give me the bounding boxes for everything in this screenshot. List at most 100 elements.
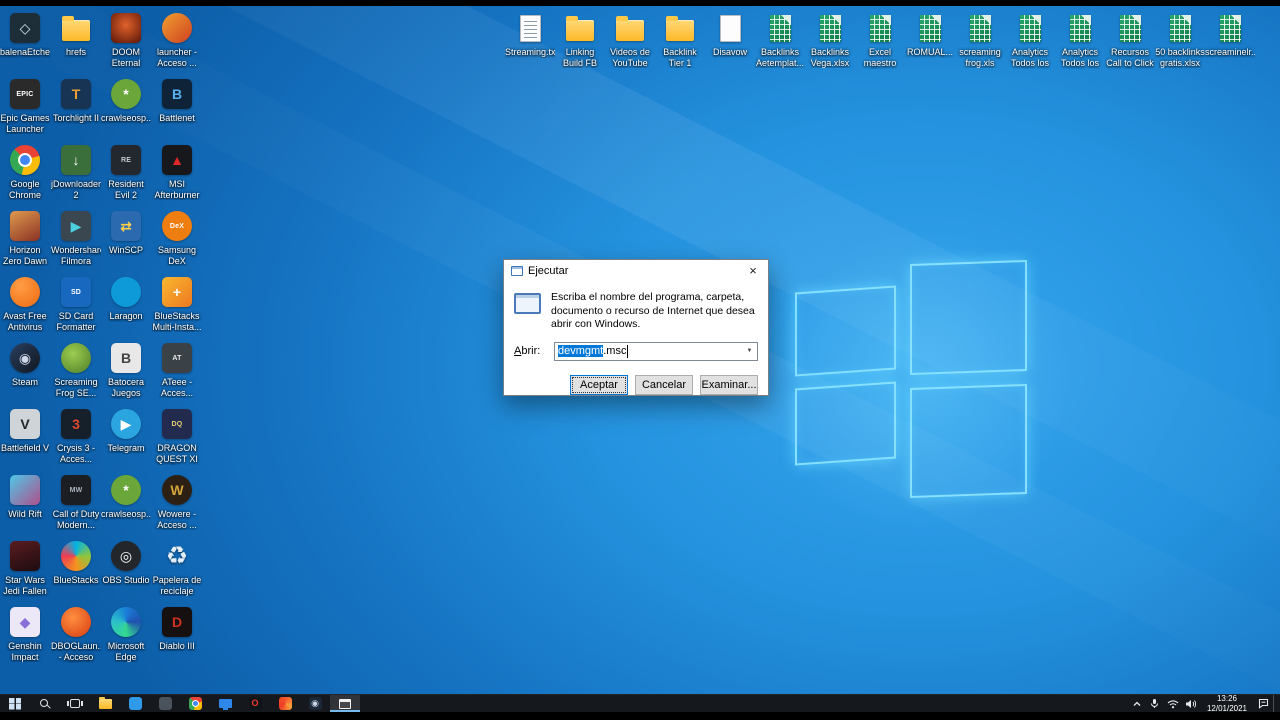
desktop-icon[interactable]: MW Call of Duty Modern... xyxy=(51,470,101,536)
desktop-icon-glyph: AT xyxy=(172,354,182,362)
desktop-icon[interactable]: launcher - Acceso ... xyxy=(152,8,202,74)
desktop-icon-glyph: ◇ xyxy=(19,20,31,36)
tray-network-icon[interactable] xyxy=(1164,695,1181,713)
desktop-file-icon[interactable]: Videos de YouTube xyxy=(605,8,655,74)
desktop-icon[interactable]: * crawlseosp... xyxy=(101,74,151,140)
close-icon[interactable]: × xyxy=(738,260,768,281)
desktop-icon-label: BlueStacks Multi-Insta... xyxy=(152,311,202,332)
desktop-file-icon[interactable]: Analytics Todos los d... xyxy=(1005,8,1055,74)
desktop-icon[interactable]: ◉ Steam xyxy=(0,338,50,404)
show-desktop-button[interactable] xyxy=(1273,695,1278,712)
taskbar-app-button[interactable] xyxy=(150,695,180,712)
desktop-file-icon[interactable]: Linking Build FB xyxy=(555,8,605,74)
taskbar-app-button[interactable] xyxy=(180,695,210,712)
run-dialog-titlebar[interactable]: Ejecutar × xyxy=(504,260,768,281)
browse-button[interactable]: Examinar... xyxy=(700,374,758,395)
desktop-icon[interactable]: DQ DRAGON QUEST XI E... xyxy=(152,404,202,470)
desktop-icon[interactable]: ▶ Telegram xyxy=(101,404,151,470)
desktop-file-icon[interactable]: screaminelr... xyxy=(1205,8,1255,74)
desktop-icon-column-1: ◇ balenaEtcher EPIC Epic Games Launcher … xyxy=(0,8,50,668)
ok-button[interactable]: Aceptar xyxy=(570,374,628,395)
taskbar-pinned-apps: O ◉ xyxy=(90,695,360,712)
desktop-icon[interactable]: B Battlenet xyxy=(152,74,202,140)
desktop-icon[interactable]: Horizon Zero Dawn xyxy=(0,206,50,272)
desktop-icon[interactable]: Screaming Frog SE... xyxy=(51,338,101,404)
file-icon-label: Analytics Todos los d... xyxy=(1060,47,1100,69)
combo-dropdown-icon[interactable]: ▼ xyxy=(742,343,757,360)
desktop-file-icon[interactable]: Analytics Todos los d... xyxy=(1055,8,1105,74)
action-center-icon[interactable] xyxy=(1255,695,1272,713)
taskbar-app-button[interactable]: ◉ xyxy=(300,695,330,712)
desktop-icon-image: ▲ xyxy=(162,145,192,175)
desktop-icon[interactable]: ▶ Wondershare Filmora xyxy=(51,206,101,272)
desktop-icon[interactable]: D Diablo III xyxy=(152,602,202,668)
desktop-icon[interactable]: Microsoft Edge xyxy=(101,602,151,668)
desktop-file-icon[interactable]: Backlinks Vega.xlsx xyxy=(805,8,855,74)
run-command-input[interactable]: devmgmt .msc ▼ xyxy=(554,341,758,361)
windows-logo-icon xyxy=(9,697,21,710)
desktop-icon-glyph: T xyxy=(71,86,81,102)
desktop-icon-label: Horizon Zero Dawn xyxy=(2,245,47,266)
desktop-icon[interactable]: W Wowere - Acceso ... xyxy=(152,470,202,536)
start-button[interactable] xyxy=(0,695,30,712)
desktop-icon[interactable]: ▲ MSI Afterburner xyxy=(152,140,202,206)
windows-logo-pane xyxy=(795,381,896,466)
desktop-icon[interactable]: Avast Free Antivirus xyxy=(0,272,50,338)
task-view-button[interactable] xyxy=(60,695,90,712)
desktop-icon[interactable]: hrefs xyxy=(51,8,101,74)
desktop-file-icon[interactable]: Streaming.txt xyxy=(505,8,555,74)
desktop-file-icon[interactable]: Recursos Call to Click - T... xyxy=(1105,8,1155,74)
tray-mic-icon[interactable] xyxy=(1146,695,1163,713)
desktop-icon[interactable]: Google Chrome xyxy=(0,140,50,206)
desktop-icon[interactable]: ◇ balenaEtcher xyxy=(0,8,50,74)
taskbar-app-button[interactable]: O xyxy=(240,695,270,712)
taskbar-app-button[interactable] xyxy=(90,695,120,712)
desktop-icon-image: * xyxy=(111,475,141,505)
desktop-icon[interactable]: AT ATeee - Acces... xyxy=(152,338,202,404)
desktop-icon[interactable]: RE Resident Evil 2 xyxy=(101,140,151,206)
desktop-icon[interactable]: ◆ Genshin Impact xyxy=(0,602,50,668)
desktop-icon[interactable]: * crawlseosp... xyxy=(101,470,151,536)
desktop-icon[interactable]: ◎ OBS Studio xyxy=(101,536,151,602)
taskbar-app-button[interactable] xyxy=(330,695,360,712)
desktop-icon[interactable]: EPIC Epic Games Launcher xyxy=(0,74,50,140)
desktop-file-icon[interactable]: Excel maestro lin... xyxy=(855,8,905,74)
desktop-file-icon[interactable]: screaming frog.xls xyxy=(955,8,1005,74)
desktop-icon[interactable]: B Batocera Juegos Retro xyxy=(101,338,151,404)
taskbar-clock[interactable]: 13:26 12/01/2021 xyxy=(1200,694,1254,713)
taskbar-app-icon xyxy=(218,699,232,710)
desktop-icon[interactable]: DOOM Eternal xyxy=(101,8,151,74)
desktop-icon[interactable]: DBOGLaun... - Acceso di... xyxy=(51,602,101,668)
desktop-icon-label: DRAGON QUEST XI E... xyxy=(156,443,198,465)
desktop-icon[interactable]: T Torchlight II xyxy=(51,74,101,140)
desktop-icon[interactable]: ↓ jDownloader 2 xyxy=(51,140,101,206)
taskbar-app-button[interactable] xyxy=(120,695,150,712)
taskbar-app-button[interactable] xyxy=(210,695,240,712)
desktop-icon[interactable]: 3 Crysis 3 - Acces... xyxy=(51,404,101,470)
desktop-icon[interactable]: ⇄ WinSCP xyxy=(101,206,151,272)
desktop-file-icon[interactable]: Backlinks Aetemplat... xyxy=(755,8,805,74)
tray-volume-icon[interactable] xyxy=(1182,695,1199,713)
desktop-icon[interactable]: Wild Rift xyxy=(0,470,50,536)
desktop-icon[interactable]: SD SD Card Formatter xyxy=(51,272,101,338)
desktop[interactable]: ◇ balenaEtcher EPIC Epic Games Launcher … xyxy=(0,6,1280,694)
tray-chevron-up-icon[interactable] xyxy=(1128,695,1145,713)
cancel-button[interactable]: Cancelar xyxy=(635,374,693,395)
search-button[interactable] xyxy=(30,695,60,712)
desktop-icon-glyph: V xyxy=(20,416,30,432)
desktop-file-icon[interactable]: Disavow xyxy=(705,8,755,74)
desktop-file-icon[interactable]: Backlink Tier 1 xyxy=(655,8,705,74)
desktop-icon[interactable]: BlueStacks xyxy=(51,536,101,602)
desktop-icon[interactable]: DeX Samsung DeX xyxy=(152,206,202,272)
desktop-icon[interactable]: V Battlefield V xyxy=(0,404,50,470)
desktop-file-icon[interactable]: 50 backlinks gratis.xlsx xyxy=(1155,8,1205,74)
desktop-icon[interactable]: Star Wars Jedi Fallen Order xyxy=(0,536,50,602)
desktop-icon[interactable]: Laragon xyxy=(101,272,151,338)
desktop-icon-image: B xyxy=(111,343,141,373)
desktop-file-icon[interactable]: ROMUAL... xyxy=(905,8,955,74)
taskbar-app-button[interactable] xyxy=(270,695,300,712)
desktop-icon-column-2: hrefs T Torchlight II ↓ jDownloader 2 ▶ … xyxy=(51,8,101,668)
taskbar-app-icon xyxy=(128,697,142,710)
desktop-icon[interactable]: + BlueStacks Multi-Insta... xyxy=(152,272,202,338)
desktop-icon[interactable]: ♻ Papelera de reciclaje xyxy=(152,536,202,602)
